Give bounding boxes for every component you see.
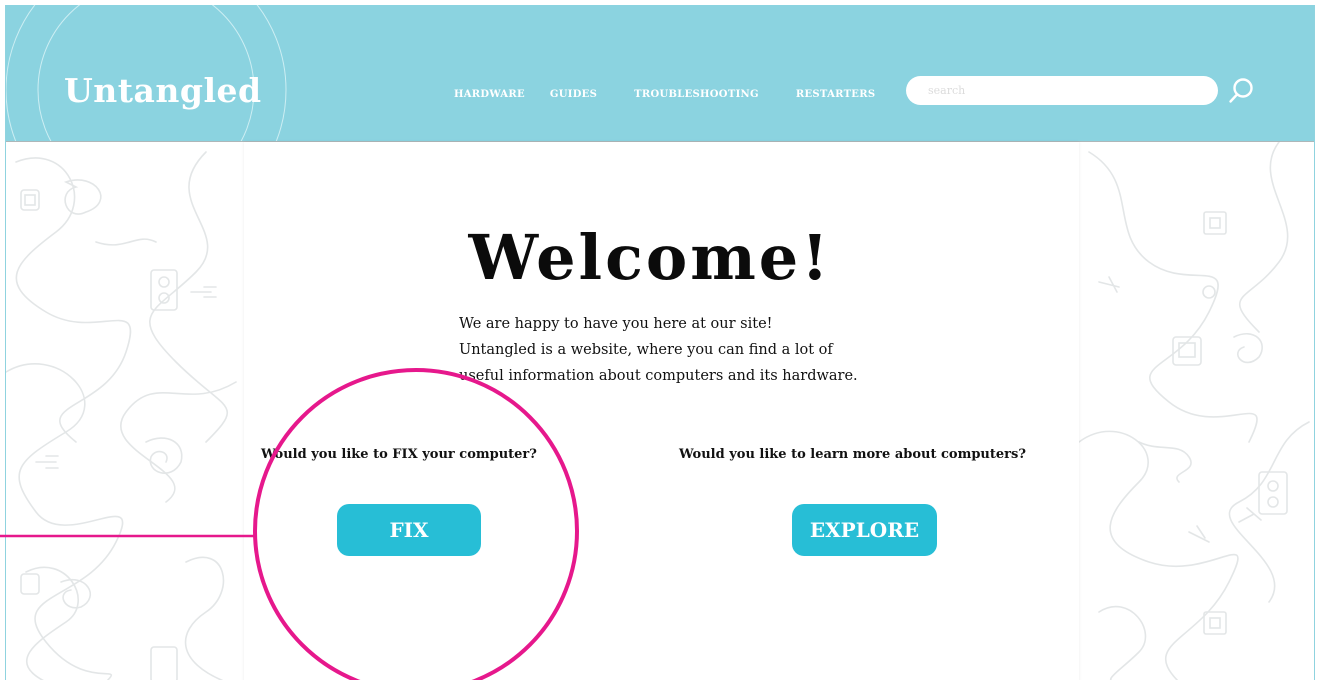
fix-question: Would you like to FIX your computer? bbox=[261, 447, 537, 462]
nav-item-guides[interactable]: GUIDES bbox=[550, 89, 597, 100]
doodle-background-left bbox=[6, 142, 244, 680]
main-nav: HARDWARE GUIDES TROUBLESHOOTING RESTARTE… bbox=[454, 89, 875, 100]
explore-button[interactable]: EXPLORE bbox=[792, 504, 937, 556]
nav-item-hardware[interactable]: HARDWARE bbox=[454, 89, 525, 100]
search-input[interactable] bbox=[906, 76, 1218, 105]
nav-item-troubleshooting[interactable]: TROUBLESHOOTING bbox=[634, 89, 759, 100]
site-logo[interactable]: Untangled bbox=[64, 71, 262, 110]
intro-line: We are happy to have you here at our sit… bbox=[459, 316, 773, 332]
page-title: Welcome! bbox=[468, 221, 832, 294]
nav-item-restarters[interactable]: RESTARTERS bbox=[796, 89, 876, 100]
intro-text: We are happy to have you here at our sit… bbox=[459, 311, 929, 389]
fix-button[interactable]: FIX bbox=[337, 504, 481, 556]
doodle-background-right bbox=[1078, 141, 1314, 680]
search-icon[interactable] bbox=[1228, 77, 1256, 105]
intro-line: Untangled is a website, where you can fi… bbox=[459, 342, 833, 358]
site-header: Untangled HARDWARE GUIDES TROUBLESHOOTIN… bbox=[6, 5, 1314, 142]
explore-question: Would you like to learn more about compu… bbox=[679, 447, 1026, 462]
intro-line: useful information about computers and i… bbox=[459, 368, 858, 384]
